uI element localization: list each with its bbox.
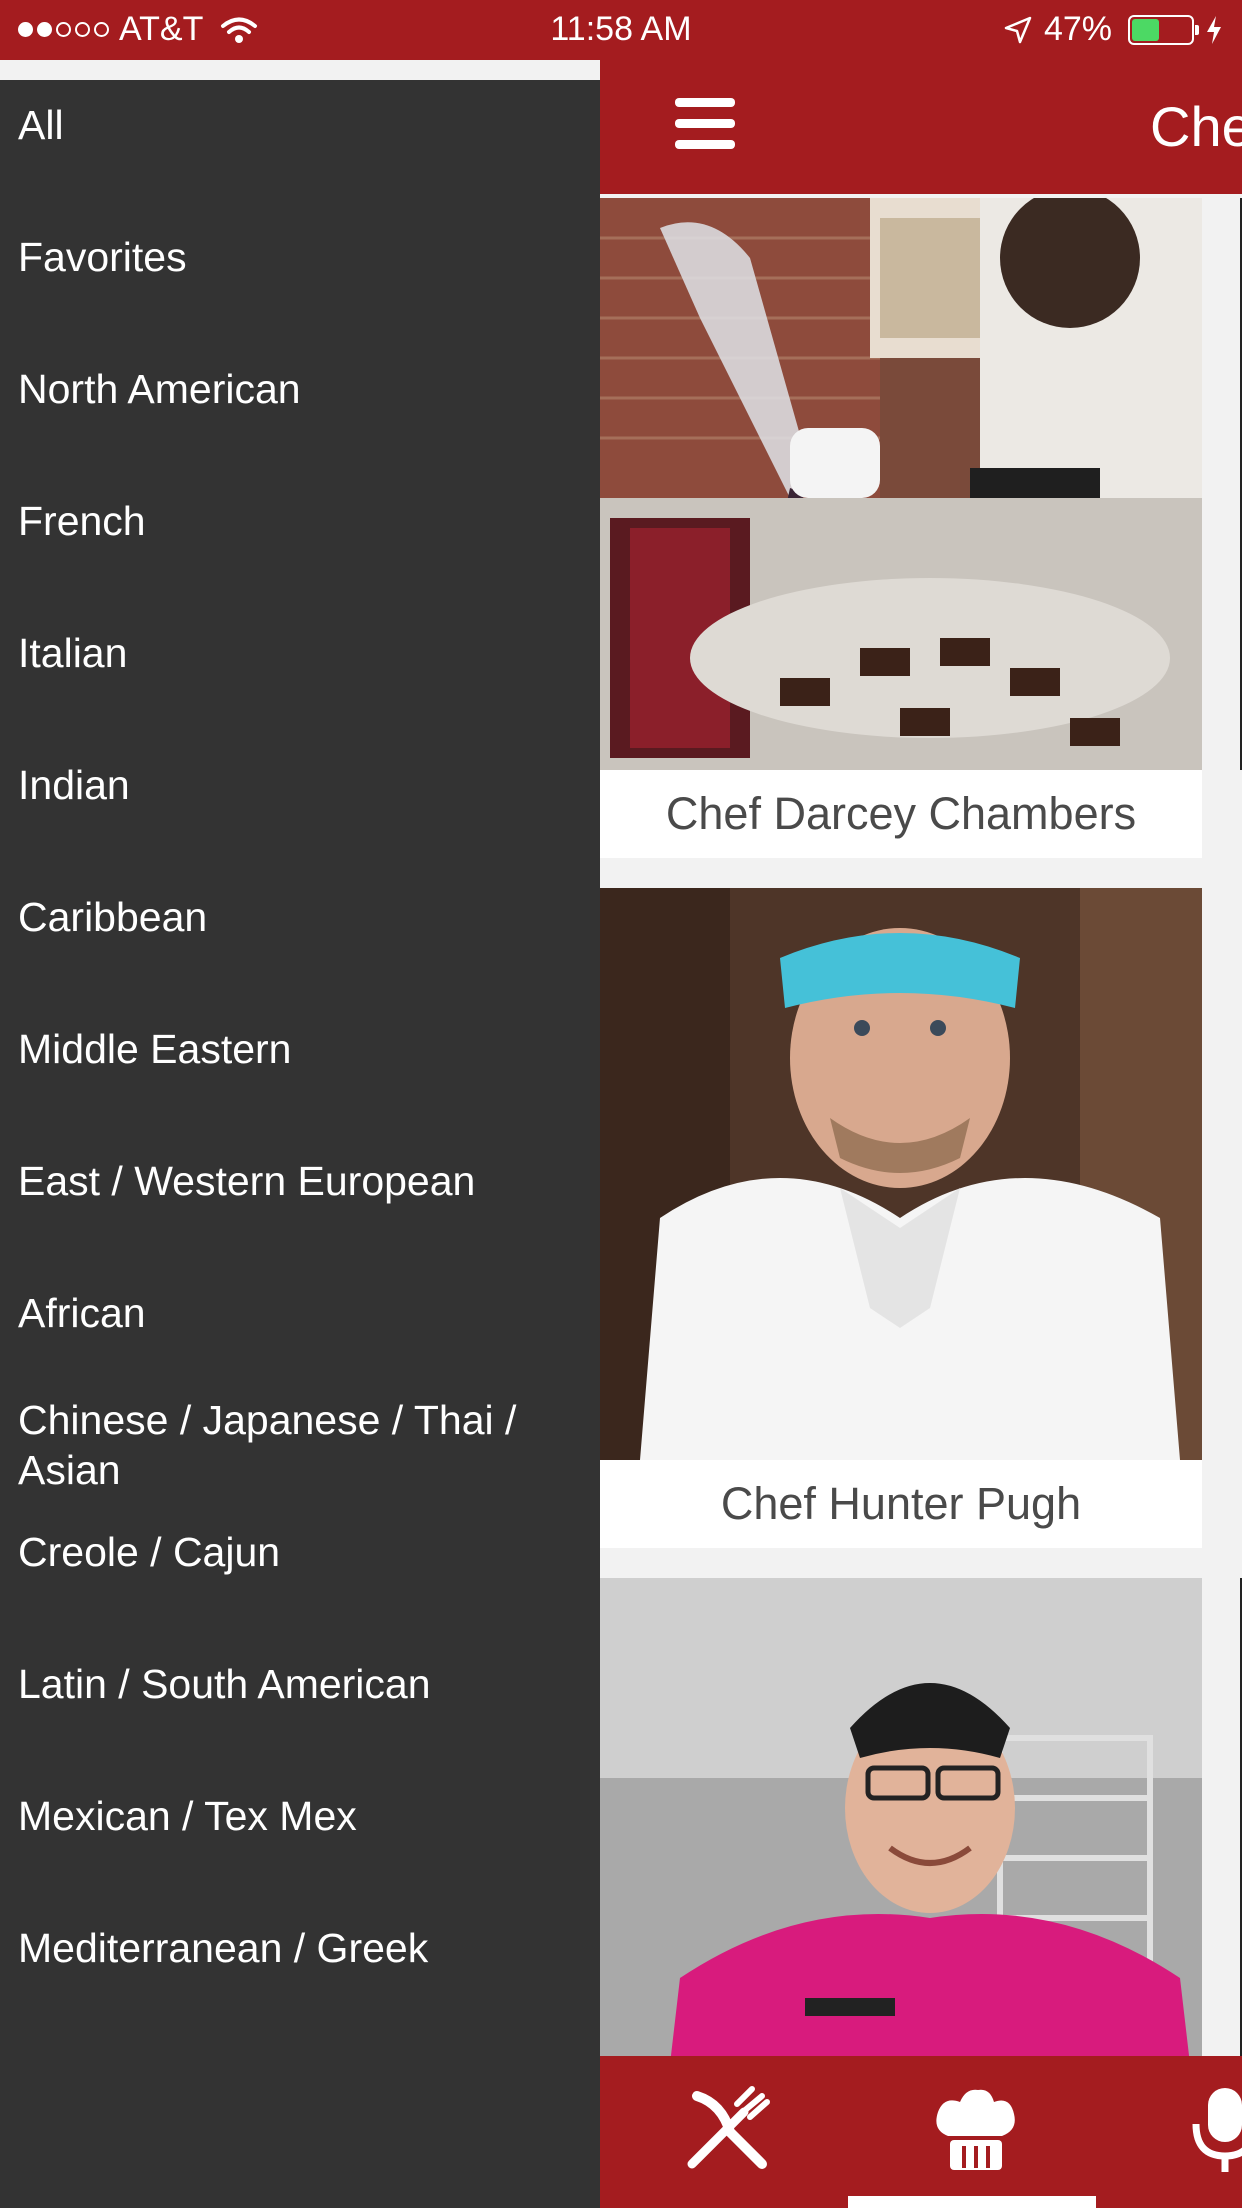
category-drawer: All Favorites North American French Italian I… <box>0 80 600 2208</box>
page-title: Che <box>1150 95 1242 158</box>
chef-photo <box>600 198 1202 770</box>
drawer-item[interactable]: Mexican / Tex Mex <box>18 1791 578 1841</box>
drawer-item[interactable]: All <box>18 100 578 150</box>
charging-bolt-icon <box>1207 15 1221 44</box>
chef-card[interactable]: Chef Darcey Chambers <box>600 198 1202 858</box>
chef-list[interactable]: Chef Darcey Chambers Chef Hunter Pugh <box>600 194 1242 2056</box>
location-arrow-icon <box>1004 16 1032 43</box>
battery-icon <box>1128 14 1199 45</box>
microphone-icon[interactable] <box>1180 2084 1242 2174</box>
drawer-item[interactable]: Italian <box>18 628 578 678</box>
chef-name: Chef Darcey Chambers <box>665 788 1137 839</box>
active-tab-indicator <box>848 2196 1096 2208</box>
status-bar: AT&T 11:58 AM 47% <box>0 0 1242 60</box>
drawer-item[interactable]: Caribbean <box>18 892 578 942</box>
app-header: Che <box>600 60 1242 194</box>
drawer-item[interactable]: Chinese / Japanese / Thai / Asian <box>18 1395 578 1495</box>
tab-bar <box>600 2056 1242 2208</box>
chef-hat-icon[interactable] <box>930 2084 1020 2174</box>
drawer-item[interactable]: African <box>18 1288 578 1338</box>
drawer-item[interactable]: Favorites <box>18 232 578 282</box>
drawer-item[interactable]: Mediterranean / Greek <box>18 1923 578 1973</box>
battery-fill <box>1132 18 1159 41</box>
chef-photo <box>600 1578 1202 2056</box>
status-right: 47% <box>1002 10 1224 49</box>
battery-percent: 47% <box>1043 10 1112 48</box>
drawer-item[interactable]: East / Western European <box>18 1156 578 1206</box>
drawer-item[interactable]: Creole / Cajun <box>18 1527 578 1577</box>
chef-photo <box>600 888 1202 1460</box>
drawer-item[interactable]: Latin / South American <box>18 1659 578 1709</box>
fork-knife-icon[interactable] <box>682 2084 772 2174</box>
drawer-item[interactable]: Indian <box>18 760 578 810</box>
drawer-item[interactable]: North American <box>18 364 578 414</box>
menu-icon[interactable] <box>675 98 735 152</box>
drawer-item[interactable]: French <box>18 496 578 546</box>
chef-name: Chef Hunter Pugh <box>720 1478 1082 1529</box>
drawer-item[interactable]: Middle Eastern <box>18 1024 578 1074</box>
chef-card[interactable]: Chef Hunter Pugh <box>600 888 1202 1548</box>
chef-card[interactable] <box>600 1578 1202 2056</box>
